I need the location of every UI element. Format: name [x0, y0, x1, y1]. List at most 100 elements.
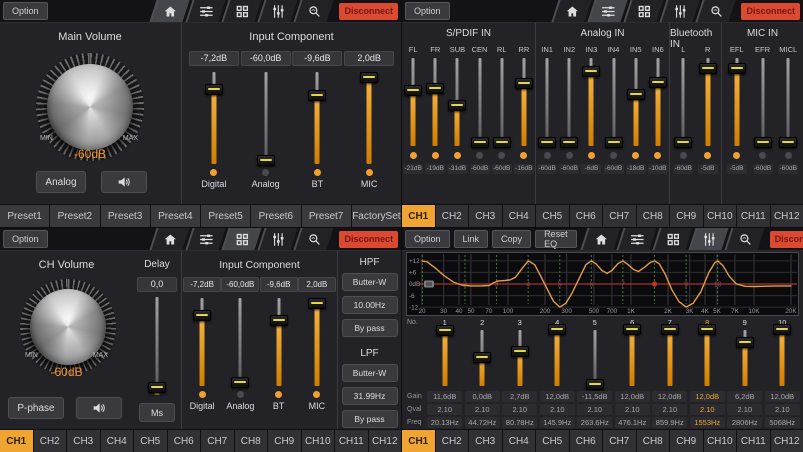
tab-ch11[interactable]: CH11 [335, 430, 368, 452]
slider-value-box[interactable]: 2,0dB [298, 277, 336, 292]
channel-level-slider[interactable] [728, 58, 746, 146]
tab-ch2[interactable]: CH2 [436, 205, 469, 227]
hpf-bypass-button[interactable]: By pass [342, 319, 398, 337]
band-freq-box[interactable]: 1553Hz [690, 417, 725, 428]
nav-tab-home[interactable] [580, 228, 620, 250]
slider-thumb[interactable] [699, 63, 717, 74]
eq-band-slider[interactable] [548, 330, 566, 386]
band-gain-box[interactable]: -11,5dB [577, 391, 612, 402]
band-gain-box[interactable]: 2,7dB [502, 391, 537, 402]
channel-level-slider[interactable] [699, 58, 717, 146]
p-phase-button[interactable]: P-phase [8, 397, 64, 419]
nav-tab-grid[interactable] [652, 228, 692, 250]
channel-level-slider[interactable] [471, 58, 489, 146]
slider-thumb[interactable] [473, 352, 491, 363]
slider-thumb[interactable] [627, 89, 645, 100]
nav-tab-zoom[interactable] [724, 228, 764, 250]
ch-volume-knob[interactable] [20, 279, 116, 375]
channel-level-slider[interactable] [404, 58, 422, 146]
band-qval-box[interactable]: 2.10 [727, 404, 762, 415]
channel-level-slider[interactable] [515, 58, 533, 146]
band-freq-box[interactable]: 2806Hz [727, 417, 762, 428]
band-qval-box[interactable]: 2.10 [465, 404, 500, 415]
tab-preset5[interactable]: Preset5 [201, 205, 250, 227]
nav-tab-grid[interactable] [222, 228, 262, 250]
input-gain-slider[interactable] [231, 298, 249, 386]
selected-band-marker[interactable] [652, 281, 657, 286]
eq-band-slider[interactable] [773, 330, 791, 386]
slider-thumb[interactable] [193, 310, 211, 321]
tab-ch7[interactable]: CH7 [603, 430, 636, 452]
slider-thumb[interactable] [493, 137, 511, 148]
input-gain-slider[interactable] [308, 298, 326, 386]
tab-preset2[interactable]: Preset2 [50, 205, 99, 227]
nav-tab-home[interactable] [552, 0, 592, 22]
hpf-type-button[interactable]: Butter-W [342, 273, 398, 291]
slider-thumb[interactable] [426, 83, 444, 94]
slider-thumb[interactable] [205, 84, 223, 95]
tab-ch6[interactable]: CH6 [570, 205, 603, 227]
tab-ch12[interactable]: CH12 [771, 430, 803, 452]
tab-ch9[interactable]: CH9 [670, 205, 703, 227]
channel-level-slider[interactable] [649, 58, 667, 146]
band-qval-box[interactable]: 2.10 [540, 404, 575, 415]
band-gain-box[interactable]: 12,0dB [540, 391, 575, 402]
tab-ch4[interactable]: CH4 [503, 205, 536, 227]
nav-tab-faders[interactable] [660, 0, 700, 22]
tab-ch11[interactable]: CH11 [737, 430, 770, 452]
band-freq-box[interactable]: 80.78Hz [502, 417, 537, 428]
nav-tab-faders[interactable] [688, 228, 728, 250]
option-button[interactable]: Option [3, 2, 48, 20]
tab-ch6[interactable]: CH6 [168, 430, 201, 452]
band-qval-box[interactable]: 2.10 [690, 404, 725, 415]
lpf-freq-button[interactable]: 31.99Hz [342, 387, 398, 405]
band-qval-box[interactable]: 2.10 [427, 404, 462, 415]
tab-ch5[interactable]: CH5 [536, 205, 569, 227]
nav-tab-grid[interactable] [222, 0, 262, 22]
disconnect-button[interactable]: Disconnect [741, 3, 800, 20]
nav-tab-faders[interactable] [258, 228, 298, 250]
nav-tab-mixer[interactable] [616, 228, 656, 250]
slider-thumb[interactable] [623, 324, 641, 335]
band-freq-box[interactable]: 476.1Hz [615, 417, 650, 428]
tab-ch2[interactable]: CH2 [436, 430, 469, 452]
slider-thumb[interactable] [308, 298, 326, 309]
tab-ch12[interactable]: CH12 [771, 205, 803, 227]
eq-response-graph[interactable]: 234567910+12+60dB-6-12203040507010020030… [406, 252, 799, 316]
main-volume-knob[interactable] [36, 53, 144, 161]
zero-line-handle[interactable] [424, 281, 434, 288]
band-freq-box[interactable]: 44.72Hz [465, 417, 500, 428]
slider-thumb[interactable] [511, 346, 529, 357]
nav-tab-faders[interactable] [258, 0, 298, 22]
nav-tab-grid[interactable] [624, 0, 664, 22]
band-qval-box[interactable]: 2.10 [577, 404, 612, 415]
tab-ch10[interactable]: CH10 [704, 205, 737, 227]
nav-tab-mixer[interactable] [186, 228, 226, 250]
eq-band-slider[interactable] [511, 330, 529, 386]
delay-value[interactable]: 0,0 [137, 277, 177, 292]
tab-ch3[interactable]: CH3 [469, 430, 502, 452]
band-freq-box[interactable]: 145.9Hz [540, 417, 575, 428]
channel-level-slider[interactable] [754, 58, 772, 146]
tab-preset1[interactable]: Preset1 [0, 205, 49, 227]
band-qval-box[interactable]: 2.10 [765, 404, 800, 415]
disconnect-button[interactable]: Disconnect [339, 3, 398, 20]
delay-unit-button[interactable]: Ms [139, 403, 175, 422]
delay-slider[interactable] [148, 297, 166, 395]
tab-ch11[interactable]: CH11 [737, 205, 770, 227]
input-gain-slider[interactable] [308, 72, 326, 164]
mute-button[interactable] [101, 171, 147, 193]
eq-band-slider[interactable] [623, 330, 641, 386]
tab-preset6[interactable]: Preset6 [251, 205, 300, 227]
input-gain-slider[interactable] [193, 298, 211, 386]
slider-thumb[interactable] [257, 155, 275, 166]
eq-band-slider[interactable] [698, 330, 716, 386]
slider-thumb[interactable] [404, 85, 422, 96]
eq-band-slider[interactable] [436, 330, 454, 386]
disconnect-button[interactable]: Disconnect [770, 231, 803, 248]
eq-band-slider[interactable] [661, 330, 679, 386]
slider-thumb[interactable] [360, 72, 378, 83]
slider-thumb[interactable] [515, 78, 533, 89]
band-gain-box[interactable]: 6,2dB [727, 391, 762, 402]
lpf-type-button[interactable]: Butter-W [342, 364, 398, 382]
